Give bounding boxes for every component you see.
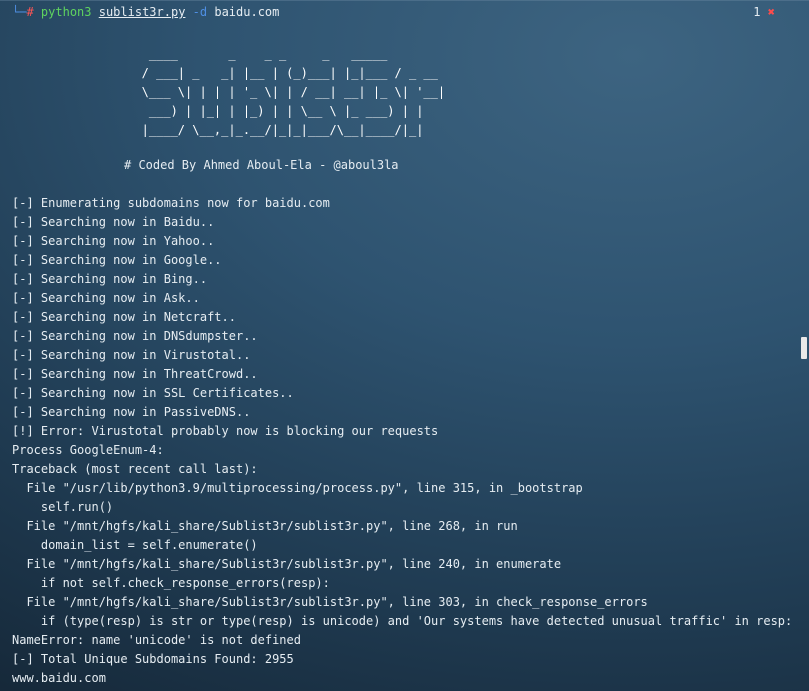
output-line: [-] Searching now in PassiveDNS.. xyxy=(12,405,251,419)
traceback-line: if not self.check_response_errors(resp): xyxy=(12,576,330,590)
terminal-window[interactable]: └─# python3 sublist3r.py -d baidu.com 1 … xyxy=(0,0,809,691)
traceback-line: File "/mnt/hgfs/kali_share/Sublist3r/sub… xyxy=(12,557,562,571)
output-line: [-] Searching now in Virustotal.. xyxy=(12,348,251,362)
output-line: Process GoogleEnum-4: xyxy=(12,443,164,457)
banner-line: |____/ \__,_|_.__/|_|_|___/\__|____/|_| xyxy=(120,123,424,137)
traceback-line: self.run() xyxy=(12,500,114,514)
traceback-line: File "/mnt/hgfs/kali_share/Sublist3r/sub… xyxy=(12,519,518,533)
traceback-line: if (type(resp) is str or type(resp) is u… xyxy=(12,614,793,628)
output-line: [-] Searching now in Baidu.. xyxy=(12,215,215,229)
output-line: [-] Total Unique Subdomains Found: 2955 xyxy=(12,652,294,666)
output-line: [-] Searching now in Yahoo.. xyxy=(12,234,215,248)
banner-line: / ___| _ _| |__ | (_)___| |_|___ / _ __ xyxy=(120,66,438,80)
command-arg: baidu.com xyxy=(214,5,280,19)
prompt-hash: # xyxy=(26,5,34,19)
error-mark-icon: ✖ xyxy=(767,5,775,19)
output-line: [-] Searching now in Ask.. xyxy=(12,291,200,305)
command-name: python3 xyxy=(40,5,92,19)
banner-line: \___ \| | | | '_ \| | / __| __| |_ \| '_… xyxy=(120,85,446,99)
error-line: [!] Error: Virustotal probably now is bl… xyxy=(12,424,439,438)
command-flag: -d xyxy=(192,5,208,19)
output-line: [-] Searching now in Bing.. xyxy=(12,272,208,286)
output-line: [-] Searching now in Netcraft.. xyxy=(12,310,236,324)
banner-line: ____ _ _ _ _ _____ xyxy=(120,47,388,61)
scrollbar-thumb[interactable] xyxy=(801,337,807,359)
output-line: [-] Searching now in ThreatCrowd.. xyxy=(12,367,258,381)
job-status: 1 ✖ xyxy=(753,3,775,22)
output-line: [-] Searching now in DNSdumpster.. xyxy=(12,329,258,343)
error-line: NameError: name 'unicode' is not defined xyxy=(12,633,301,647)
job-count: 1 xyxy=(753,5,761,19)
traceback-line: Traceback (most recent call last): xyxy=(12,462,258,476)
prompt-branch: └─ xyxy=(12,5,27,19)
output-line: [-] Searching now in Google.. xyxy=(12,253,222,267)
traceback-line: domain_list = self.enumerate() xyxy=(12,538,258,552)
coded-by-line: # Coded By Ahmed Aboul-Ela - @aboul3la xyxy=(124,158,399,172)
top-border xyxy=(0,0,809,1)
output-line: [-] Enumerating subdomains now for baidu… xyxy=(12,196,330,210)
output-line: [-] Searching now in SSL Certificates.. xyxy=(12,386,294,400)
script-name: sublist3r.py xyxy=(98,5,186,19)
command-prompt: └─# python3 sublist3r.py -d baidu.com xyxy=(12,3,279,22)
traceback-line: File "/mnt/hgfs/kali_share/Sublist3r/sub… xyxy=(12,595,648,609)
output-line: www.baidu.com xyxy=(12,671,106,685)
traceback-line: File "/usr/lib/python3.9/multiprocessing… xyxy=(12,481,583,495)
banner-line: ___) | |_| | |_) | | \__ \ |_ ___) | | xyxy=(120,104,424,118)
